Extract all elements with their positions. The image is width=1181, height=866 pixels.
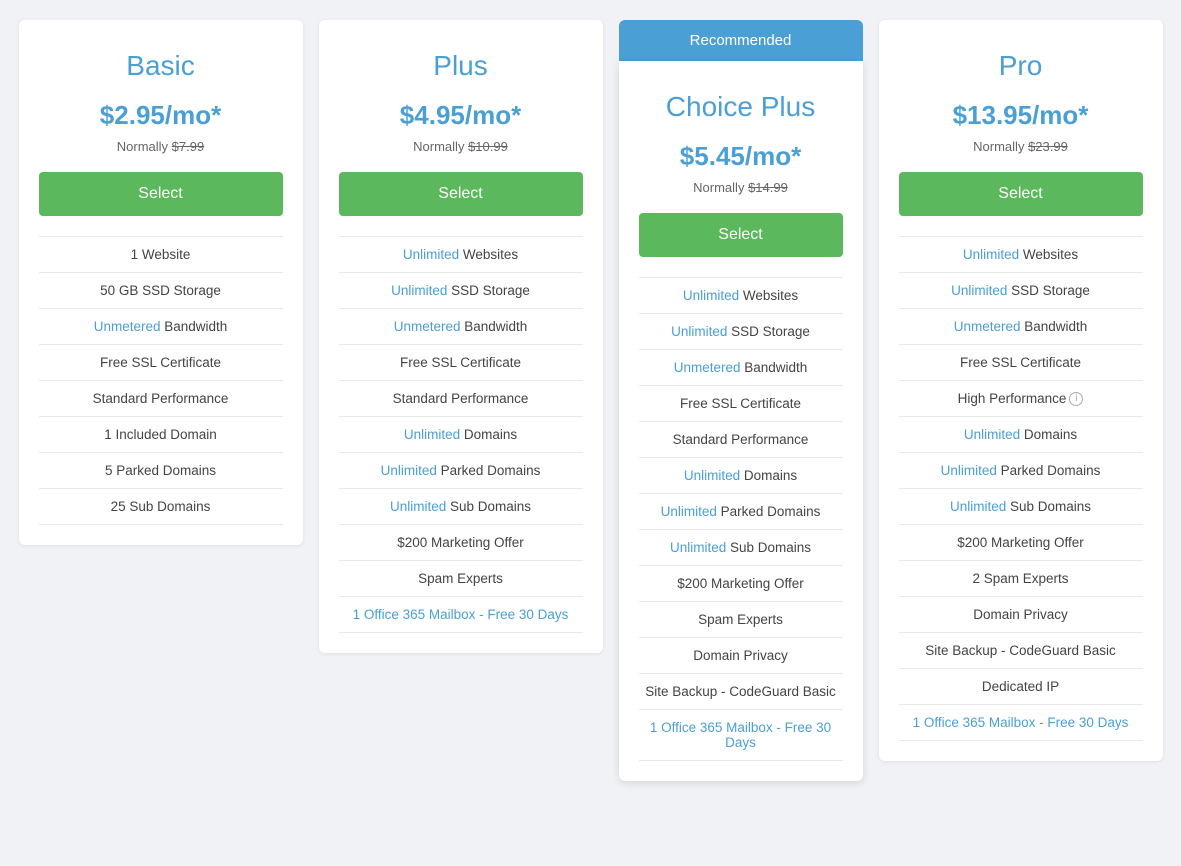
- feature-item: Unmetered Bandwidth: [339, 309, 583, 345]
- feature-highlight: Unmetered: [674, 360, 741, 375]
- feature-item: Free SSL Certificate: [339, 345, 583, 381]
- feature-item: Unmetered Bandwidth: [899, 309, 1143, 345]
- feature-item: Unmetered Bandwidth: [39, 309, 283, 345]
- feature-item: Unlimited Websites: [339, 237, 583, 273]
- feature-item: 1 Office 365 Mailbox - Free 30 Days: [899, 705, 1143, 741]
- feature-item: 50 GB SSD Storage: [39, 273, 283, 309]
- feature-item: 25 Sub Domains: [39, 489, 283, 525]
- select-button-plus[interactable]: Select: [339, 172, 583, 216]
- feature-item: 1 Office 365 Mailbox - Free 30 Days: [639, 710, 843, 761]
- plan-inner: Choice Plus $5.45/mo* Normally $14.99 Selec…: [619, 61, 863, 781]
- feature-item: Spam Experts: [639, 602, 843, 638]
- feature-highlight: Unlimited: [951, 283, 1007, 298]
- feature-item: Free SSL Certificate: [639, 386, 843, 422]
- feature-highlight: Unlimited: [381, 463, 437, 478]
- feature-item: Dedicated IP: [899, 669, 1143, 705]
- feature-item: Domain Privacy: [639, 638, 843, 674]
- feature-item: Unlimited Websites: [639, 278, 843, 314]
- feature-item: Free SSL Certificate: [39, 345, 283, 381]
- feature-highlight: Unlimited: [404, 427, 460, 442]
- recommended-badge: Recommended: [619, 20, 863, 61]
- feature-highlight: Unmetered: [94, 319, 161, 334]
- plan-card-plus: Plus $4.95/mo* Normally $10.99 Select Unlimi…: [319, 20, 603, 653]
- feature-item: Unlimited Sub Domains: [899, 489, 1143, 525]
- plan-price: $5.45/mo*: [639, 141, 843, 172]
- feature-item: 1 Office 365 Mailbox - Free 30 Days: [339, 597, 583, 633]
- feature-item: Unlimited SSD Storage: [899, 273, 1143, 309]
- feature-item: $200 Marketing Offer: [899, 525, 1143, 561]
- feature-highlight: Unmetered: [394, 319, 461, 334]
- plan-name: Plus: [339, 50, 583, 82]
- feature-item: 1 Website: [39, 237, 283, 273]
- feature-highlight: Unlimited: [941, 463, 997, 478]
- feature-item: Unlimited Parked Domains: [899, 453, 1143, 489]
- plan-normal-price: Normally $7.99: [39, 139, 283, 154]
- feature-item: Spam Experts: [339, 561, 583, 597]
- feature-item: Unmetered Bandwidth: [639, 350, 843, 386]
- plan-price: $13.95/mo*: [899, 100, 1143, 131]
- plan-card-choice-plus: Recommended Choice Plus $5.45/mo* Normally …: [619, 20, 863, 781]
- plan-price: $2.95/mo*: [39, 100, 283, 131]
- feature-list: Unlimited WebsitesUnlimited SSD StorageU…: [339, 236, 583, 633]
- feature-highlight: Unlimited: [684, 468, 740, 483]
- office365-link[interactable]: 1 Office 365 Mailbox - Free 30 Days: [913, 715, 1129, 730]
- feature-item: $200 Marketing Offer: [339, 525, 583, 561]
- feature-item: Site Backup - CodeGuard Basic: [899, 633, 1143, 669]
- feature-item: Domain Privacy: [899, 597, 1143, 633]
- plan-name: Basic: [39, 50, 283, 82]
- plan-normal-price: Normally $23.99: [899, 139, 1143, 154]
- feature-highlight: Unlimited: [950, 499, 1006, 514]
- feature-highlight: Unlimited: [390, 499, 446, 514]
- feature-item: Standard Performance: [639, 422, 843, 458]
- feature-item: $200 Marketing Offer: [639, 566, 843, 602]
- feature-item: Unlimited Domains: [639, 458, 843, 494]
- plan-price: $4.95/mo*: [339, 100, 583, 131]
- feature-highlight: Unlimited: [391, 283, 447, 298]
- feature-item: Unlimited SSD Storage: [339, 273, 583, 309]
- feature-item: High Performancei: [899, 381, 1143, 417]
- info-icon[interactable]: i: [1069, 392, 1083, 406]
- feature-highlight: Unlimited: [670, 540, 726, 555]
- select-button-pro[interactable]: Select: [899, 172, 1143, 216]
- feature-item: Standard Performance: [39, 381, 283, 417]
- plan-card-pro: Pro $13.95/mo* Normally $23.99 Select Unlimi…: [879, 20, 1163, 761]
- feature-item: Unlimited Parked Domains: [339, 453, 583, 489]
- plan-normal-price: Normally $10.99: [339, 139, 583, 154]
- feature-list: Unlimited WebsitesUnlimited SSD StorageU…: [639, 277, 843, 761]
- feature-highlight: Unlimited: [964, 427, 1020, 442]
- feature-highlight: Unlimited: [963, 247, 1019, 262]
- feature-item: Unlimited Sub Domains: [639, 530, 843, 566]
- feature-highlight: Unlimited: [661, 504, 717, 519]
- feature-item: 2 Spam Experts: [899, 561, 1143, 597]
- feature-highlight: Unmetered: [954, 319, 1021, 334]
- feature-item: Unlimited Sub Domains: [339, 489, 583, 525]
- feature-highlight: Unlimited: [403, 247, 459, 262]
- plan-name: Pro: [899, 50, 1143, 82]
- feature-item: Unlimited SSD Storage: [639, 314, 843, 350]
- select-button-basic[interactable]: Select: [39, 172, 283, 216]
- office365-link[interactable]: 1 Office 365 Mailbox - Free 30 Days: [353, 607, 569, 622]
- plan-normal-price: Normally $14.99: [639, 180, 843, 195]
- feature-item: Free SSL Certificate: [899, 345, 1143, 381]
- pricing-wrapper: Basic $2.95/mo* Normally $7.99 Select 1 Webs…: [11, 20, 1171, 781]
- feature-item: Unlimited Websites: [899, 237, 1143, 273]
- feature-highlight: Unlimited: [683, 288, 739, 303]
- office365-link[interactable]: 1 Office 365 Mailbox - Free 30 Days: [650, 720, 831, 750]
- feature-highlight: Unlimited: [671, 324, 727, 339]
- feature-item: Standard Performance: [339, 381, 583, 417]
- feature-item: 5 Parked Domains: [39, 453, 283, 489]
- feature-item: Unlimited Domains: [339, 417, 583, 453]
- feature-list: 1 Website50 GB SSD StorageUnmetered Band…: [39, 236, 283, 525]
- feature-item: 1 Included Domain: [39, 417, 283, 453]
- select-button-choice-plus[interactable]: Select: [639, 213, 843, 257]
- plan-name: Choice Plus: [639, 91, 843, 123]
- feature-item: Unlimited Domains: [899, 417, 1143, 453]
- feature-item: Unlimited Parked Domains: [639, 494, 843, 530]
- feature-list: Unlimited WebsitesUnlimited SSD StorageU…: [899, 236, 1143, 741]
- plan-card-basic: Basic $2.95/mo* Normally $7.99 Select 1 Webs…: [19, 20, 303, 545]
- feature-item: Site Backup - CodeGuard Basic: [639, 674, 843, 710]
